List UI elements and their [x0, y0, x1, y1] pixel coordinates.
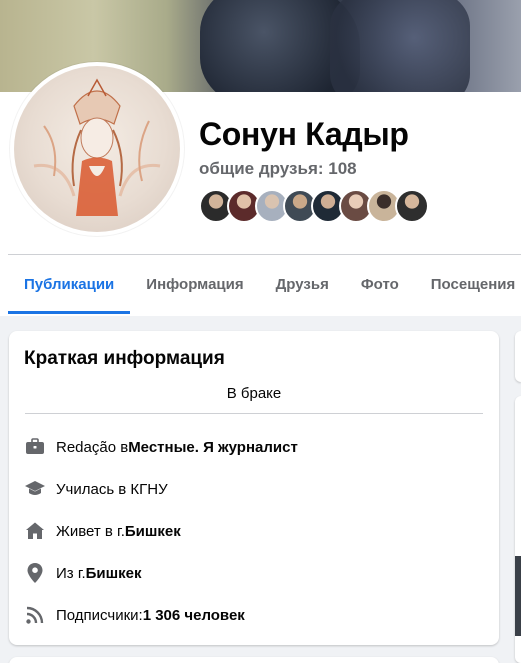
work-row: Redação в Местные. Я журналист: [23, 435, 298, 459]
tab-about[interactable]: Информация: [130, 262, 259, 314]
followers-row: Подписчики: 1 306 человек: [23, 603, 245, 627]
avatar-drawing-icon: [33, 78, 161, 216]
right-column-card-2: [515, 396, 521, 663]
work-place[interactable]: Местные. Я журналист: [128, 439, 298, 456]
hometown-row: Из г. Бишкек: [23, 561, 142, 585]
intro-title: Краткая информация: [24, 348, 225, 369]
mutual-friends-count[interactable]: общие друзья: 108: [199, 159, 357, 179]
right-column-photo: [515, 556, 521, 636]
graduation-cap-icon: [23, 477, 47, 501]
tab-friends[interactable]: Друзья: [260, 262, 345, 314]
cover-figure-2: [330, 0, 470, 92]
header-divider: [8, 254, 521, 255]
profile-name: Сонун Кадыр: [199, 116, 409, 152]
profile-avatar[interactable]: [10, 62, 184, 236]
right-column-card: [515, 331, 521, 382]
tab-photos[interactable]: Фото: [345, 262, 415, 314]
next-card: [9, 657, 499, 663]
relationship-status: В браке: [226, 385, 282, 402]
intro-divider: [25, 413, 483, 414]
hometown-prefix: Из г.: [56, 564, 86, 582]
lives-in-prefix: Живет в г.: [56, 522, 125, 540]
tab-posts[interactable]: Публикации: [8, 262, 131, 314]
followers-prefix: Подписчики:: [56, 606, 143, 624]
intro-card: Краткая информация В браке Redação в Мес…: [9, 331, 499, 645]
briefcase-icon: [23, 435, 47, 459]
home-icon: [23, 519, 47, 543]
hometown-city[interactable]: Бишкек: [86, 565, 142, 582]
education-row: Училась в КГНУ: [23, 477, 168, 501]
lives-in-row: Живет в г. Бишкек: [23, 519, 181, 543]
followers-count[interactable]: 1 306 человек: [143, 607, 245, 624]
profile-tabs: Публикации Информация Друзья Фото Посеще…: [8, 262, 521, 314]
tab-check-ins[interactable]: Посещения: [415, 262, 521, 314]
friend-avatar[interactable]: [395, 189, 429, 223]
rss-icon: [23, 603, 47, 627]
avatar-illustration: [14, 66, 180, 232]
location-pin-icon: [23, 561, 47, 585]
education-text: Училась в КГНУ: [56, 480, 168, 498]
work-prefix: Redação в: [56, 438, 129, 456]
lives-in-city[interactable]: Бишкек: [125, 523, 181, 540]
mutual-friends-avatars[interactable]: [199, 189, 429, 223]
